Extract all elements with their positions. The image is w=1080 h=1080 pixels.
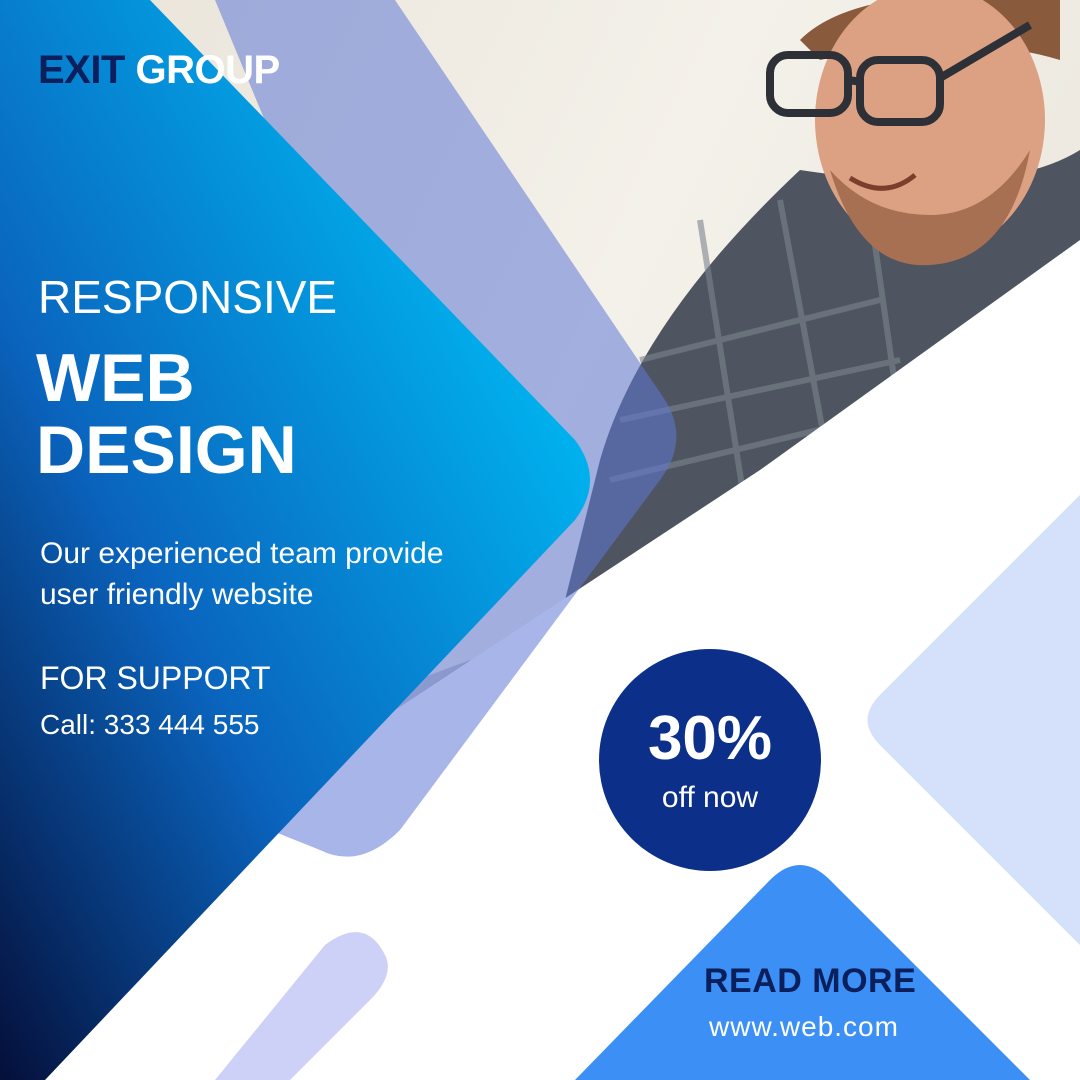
description-line1: Our experienced team provide bbox=[40, 537, 444, 570]
discount-caption: off now bbox=[661, 781, 759, 814]
website-url[interactable]: www.web.com bbox=[709, 1011, 899, 1043]
brand-logo: EXIT GROUP bbox=[38, 48, 280, 93]
brand-name-part2: GROUP bbox=[135, 48, 281, 92]
read-more-link[interactable]: READ MORE bbox=[704, 962, 916, 1001]
description-line2: user friendly website bbox=[40, 578, 314, 611]
support-label: FOR SUPPORT bbox=[40, 660, 271, 696]
brand-name-part1: EXIT bbox=[38, 48, 125, 92]
ad-banner: EXIT GROUP RESPONSIVE WEB DESIGN Our exp… bbox=[0, 0, 1080, 1080]
headline-title: WEB DESIGN bbox=[36, 342, 297, 486]
headline-subtitle: RESPONSIVE bbox=[38, 271, 338, 323]
discount-value: 30% bbox=[647, 704, 773, 773]
discount-badge: 30% off now bbox=[599, 649, 821, 871]
description: Our experienced team provide user friend… bbox=[40, 533, 444, 615]
support-phone: Call: 333 444 555 bbox=[40, 709, 260, 740]
headline-title-line2: DESIGN bbox=[36, 412, 297, 488]
headline-title-line1: WEB bbox=[36, 340, 195, 416]
